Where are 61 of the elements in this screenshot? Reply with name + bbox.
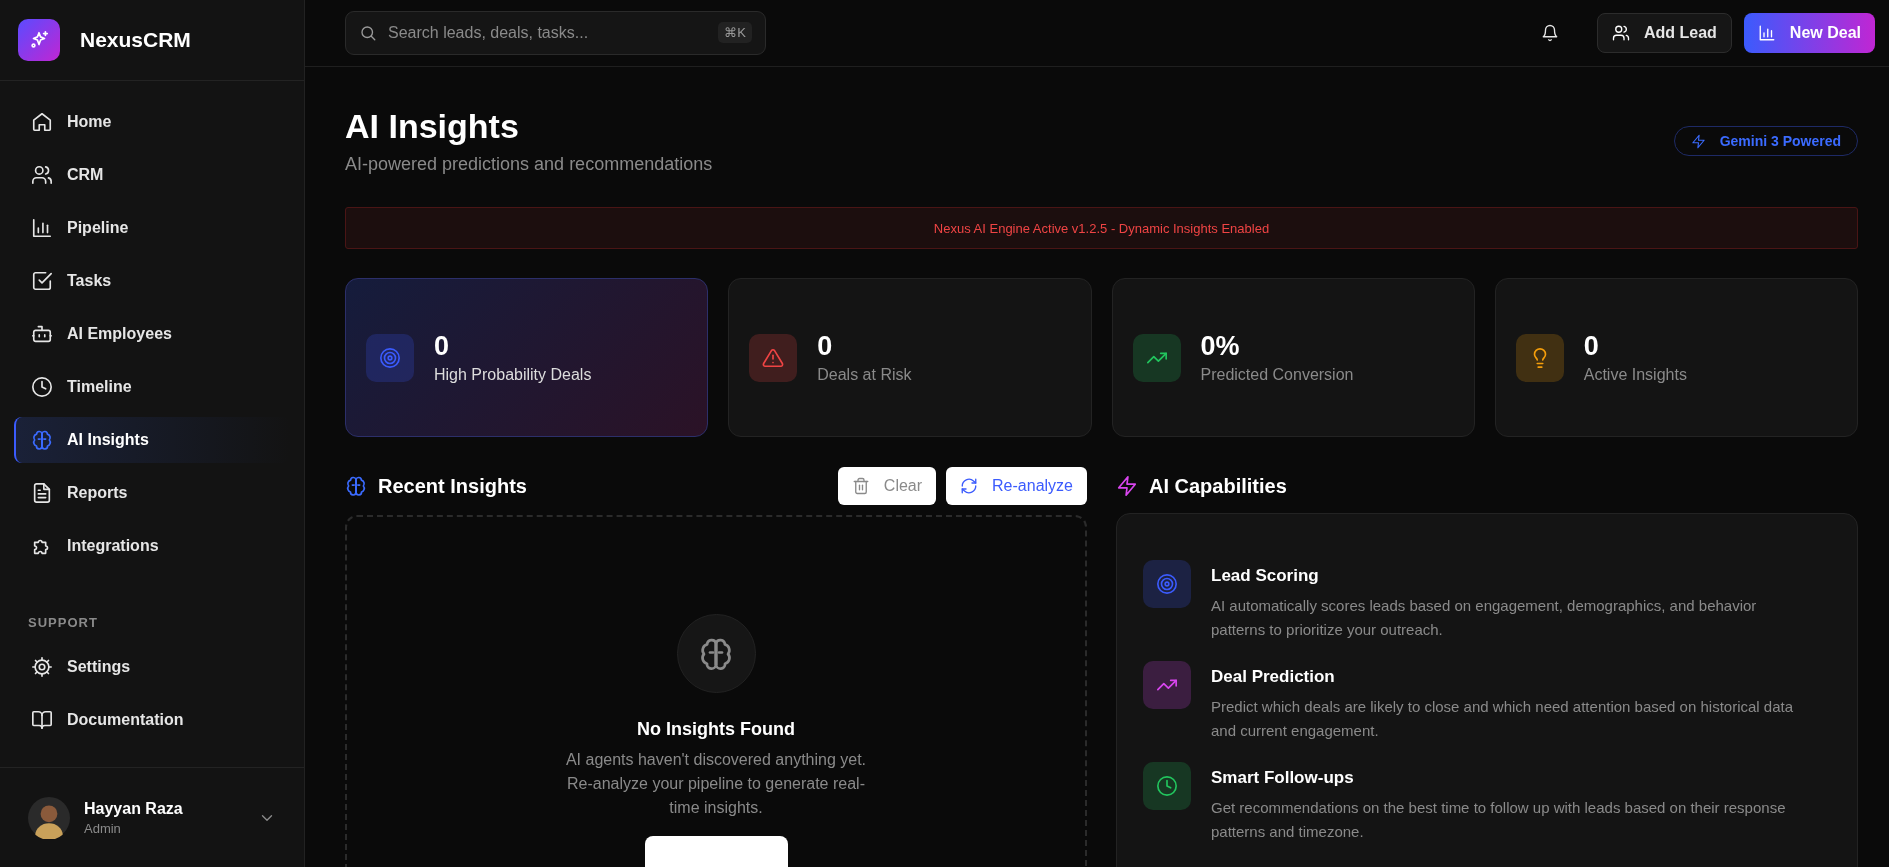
capability-title: Lead Scoring — [1211, 566, 1320, 586]
section-label: SUPPORT — [27, 615, 99, 630]
bar-chart-icon — [1757, 24, 1776, 42]
users-icon — [31, 164, 53, 186]
avatar — [28, 796, 70, 839]
checkbox-icon — [31, 270, 53, 292]
section-title: AI Capabilities — [1149, 474, 1287, 498]
empty-title: No Insights Found — [637, 719, 795, 740]
brain-icon — [31, 429, 53, 451]
capability-title: Deal Prediction — [1211, 667, 1336, 687]
status-banner: Nexus AI Engine Active v1.2.5 - Dynamic Insights Enabled — [345, 207, 1858, 249]
capability-description: Predict which deals are likely to close and which need attention based on historical data and current engagement. — [1211, 697, 1794, 741]
robot-icon — [31, 323, 53, 345]
nav-item[interactable]: Reports — [14, 470, 290, 516]
nav-item[interactable]: Documentation — [14, 697, 290, 743]
primary-button[interactable]: New Deal — [1743, 13, 1875, 53]
nav-item[interactable]: Pipeline — [14, 205, 290, 251]
search-icon — [359, 24, 377, 42]
stat-label: Predicted Conversion — [1200, 366, 1354, 384]
bar-chart-icon — [31, 217, 53, 239]
nav-item[interactable]: Tasks — [14, 258, 290, 304]
brain-icon — [345, 475, 367, 497]
stat-label: High Probability Deals — [434, 366, 592, 384]
user-role: Admin — [84, 820, 122, 836]
stat-label: Deals at Risk — [817, 366, 912, 384]
users-icon — [1611, 24, 1630, 42]
nav-item[interactable]: Home — [14, 99, 290, 145]
stat-value: 0% — [1200, 331, 1241, 362]
nav-item[interactable]: AI Employees — [14, 311, 290, 357]
page-subtitle: AI-powered predictions and recommendations — [345, 154, 713, 175]
empty-message: AI agents haven't discovered anything yet. Re-analyze your pipeline to generate real-time insights. — [564, 750, 868, 818]
section-title: Recent Insights — [378, 474, 527, 498]
nav-item[interactable]: Timeline — [14, 364, 290, 410]
secondary-button[interactable]: Add Lead — [1596, 13, 1732, 53]
book-icon — [31, 709, 53, 731]
capability-description: AI automatically scores leads based on engagement, demographics, and behavior patterns to prioritize your outreach. — [1211, 596, 1758, 640]
trash-icon — [851, 477, 870, 495]
capability-title: Smart Follow-ups — [1211, 768, 1355, 788]
lightning-icon — [1690, 133, 1706, 149]
app-name: NexusCRM — [80, 28, 191, 52]
settings-icon — [31, 656, 53, 678]
lightning-icon — [1116, 475, 1138, 497]
clock-icon — [31, 376, 53, 398]
badge-text: Gemini 3 Powered — [1719, 133, 1841, 149]
page-title: AI Insights — [345, 107, 520, 146]
bell-icon[interactable] — [1540, 24, 1559, 42]
action-button[interactable]: Re-analyze — [946, 467, 1087, 505]
shortcut-hint: ⌘K — [718, 22, 752, 43]
app-logo — [18, 19, 60, 61]
nav-item[interactable]: Settings — [14, 644, 290, 690]
nav-item[interactable]: CRM — [14, 152, 290, 198]
nav-item[interactable]: Integrations — [14, 523, 290, 569]
refresh-icon — [960, 477, 979, 495]
home-icon — [31, 111, 53, 133]
document-icon — [31, 482, 53, 504]
stat-value: 0 — [1583, 331, 1600, 362]
stat-value: 0 — [817, 331, 834, 362]
stat-value: 0 — [434, 331, 451, 362]
user-name: Hayyan Raza — [84, 799, 184, 818]
capability-description: Get recommendations on the best time to follow up with leads based on their response patterns and timezone. — [1211, 798, 1787, 842]
stat-label: Active Insights — [1583, 366, 1687, 384]
